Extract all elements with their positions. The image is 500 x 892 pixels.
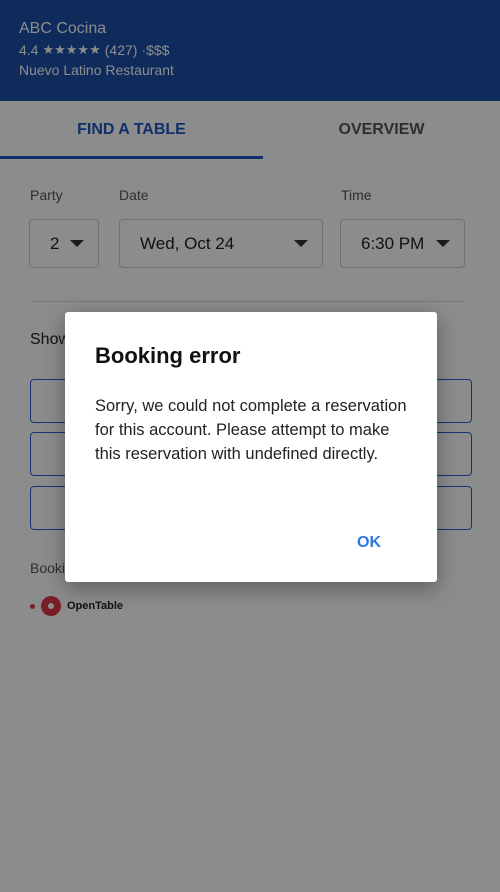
dialog-title: Booking error xyxy=(95,343,241,368)
dialog-message: Sorry, we could not complete a reservati… xyxy=(95,397,407,463)
ok-button[interactable]: OK xyxy=(357,534,381,552)
booking-error-dialog: Booking error Sorry, we could not comple… xyxy=(65,312,437,582)
